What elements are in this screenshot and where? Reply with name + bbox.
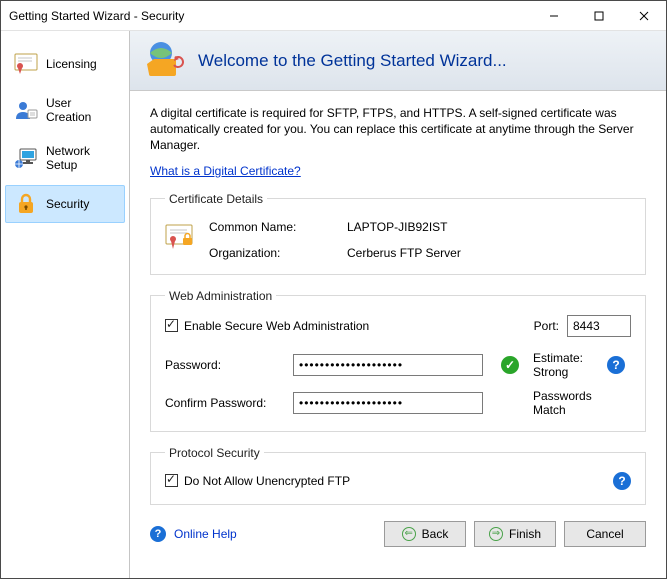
sidebar-item-licensing[interactable]: Licensing — [5, 45, 125, 83]
check-circle-icon: ✓ — [501, 356, 519, 374]
port-label: Port: — [534, 319, 559, 333]
maximize-button[interactable] — [576, 1, 621, 30]
window-title: Getting Started Wizard - Security — [9, 9, 531, 23]
minimize-button[interactable] — [531, 1, 576, 30]
intro-text: A digital certificate is required for SF… — [150, 105, 646, 154]
main-panel: Welcome to the Getting Started Wizard...… — [130, 31, 666, 578]
no-unencrypted-ftp-checkbox[interactable]: Do Not Allow Unencrypted FTP — [165, 474, 350, 488]
sidebar-item-label: Security — [46, 197, 89, 211]
checkbox-icon — [165, 319, 178, 332]
password-estimate: Estimate: Strong — [533, 351, 599, 379]
sidebar-item-label: Network Setup — [46, 144, 116, 172]
network-icon — [14, 146, 38, 170]
enable-secure-web-checkbox[interactable]: Enable Secure Web Administration — [165, 319, 369, 333]
no-unencrypted-ftp-label: Do Not Allow Unencrypted FTP — [184, 474, 350, 488]
certificate-details-legend: Certificate Details — [165, 192, 267, 206]
back-button[interactable]: ⇐ Back — [384, 521, 466, 547]
sidebar-item-user-creation[interactable]: User Creation — [5, 89, 125, 131]
help-icon: ? — [150, 526, 166, 542]
protocol-security-group: Protocol Security Do Not Allow Unencrypt… — [150, 446, 646, 505]
help-icon[interactable]: ? — [613, 472, 631, 490]
protocol-security-legend: Protocol Security — [165, 446, 264, 460]
web-administration-legend: Web Administration — [165, 289, 276, 303]
port-input[interactable] — [567, 315, 631, 337]
wizard-header: Welcome to the Getting Started Wizard... — [130, 31, 666, 91]
content-area: A digital certificate is required for SF… — [130, 91, 666, 578]
sidebar-item-network-setup[interactable]: Network Setup — [5, 137, 125, 179]
confirm-password-input[interactable] — [293, 392, 483, 414]
sidebar-item-label: User Creation — [46, 96, 116, 124]
finish-button[interactable]: ⇒ Finish — [474, 521, 556, 547]
confirm-password-label: Confirm Password: — [165, 396, 285, 410]
finish-button-label: Finish — [509, 527, 541, 541]
certificate-icon — [165, 224, 201, 255]
certificate-icon — [14, 52, 38, 76]
web-administration-group: Web Administration Enable Secure Web Adm… — [150, 289, 646, 432]
common-name-value: LAPTOP-JIB92IST — [347, 220, 631, 234]
wizard-title: Welcome to the Getting Started Wizard... — [198, 51, 507, 71]
arrow-left-icon: ⇐ — [402, 527, 416, 541]
titlebar: Getting Started Wizard - Security — [1, 1, 666, 31]
password-label: Password: — [165, 358, 285, 372]
password-input[interactable] — [293, 354, 483, 376]
organization-value: Cerberus FTP Server — [347, 246, 631, 260]
window-controls — [531, 1, 666, 30]
sidebar-item-security[interactable]: Security — [5, 185, 125, 223]
cancel-button[interactable]: Cancel — [564, 521, 646, 547]
sidebar-item-label: Licensing — [46, 57, 97, 71]
cancel-button-label: Cancel — [586, 527, 623, 541]
certificate-details-group: Certificate Details Common Name: LAPTOP-… — [150, 192, 646, 275]
what-is-cert-link[interactable]: What is a Digital Certificate? — [150, 164, 301, 178]
lock-icon — [14, 192, 38, 216]
wizard-window: Getting Started Wizard - Security Licens… — [0, 0, 667, 579]
passwords-match-text: Passwords Match — [533, 389, 599, 417]
organization-label: Organization: — [209, 246, 339, 260]
arrow-right-icon: ⇒ — [489, 527, 503, 541]
enable-secure-web-label: Enable Secure Web Administration — [184, 319, 369, 333]
checkbox-icon — [165, 474, 178, 487]
globe-folder-icon — [144, 40, 184, 81]
common-name-label: Common Name: — [209, 220, 339, 234]
online-help-link[interactable]: Online Help — [174, 527, 237, 541]
sidebar: Licensing User Creation Network Setup Se… — [1, 31, 130, 578]
wizard-footer: ? Online Help ⇐ Back ⇒ Finish Cancel — [150, 515, 646, 549]
user-icon — [14, 98, 38, 122]
back-button-label: Back — [422, 527, 449, 541]
close-button[interactable] — [621, 1, 666, 30]
help-icon[interactable]: ? — [607, 356, 625, 374]
